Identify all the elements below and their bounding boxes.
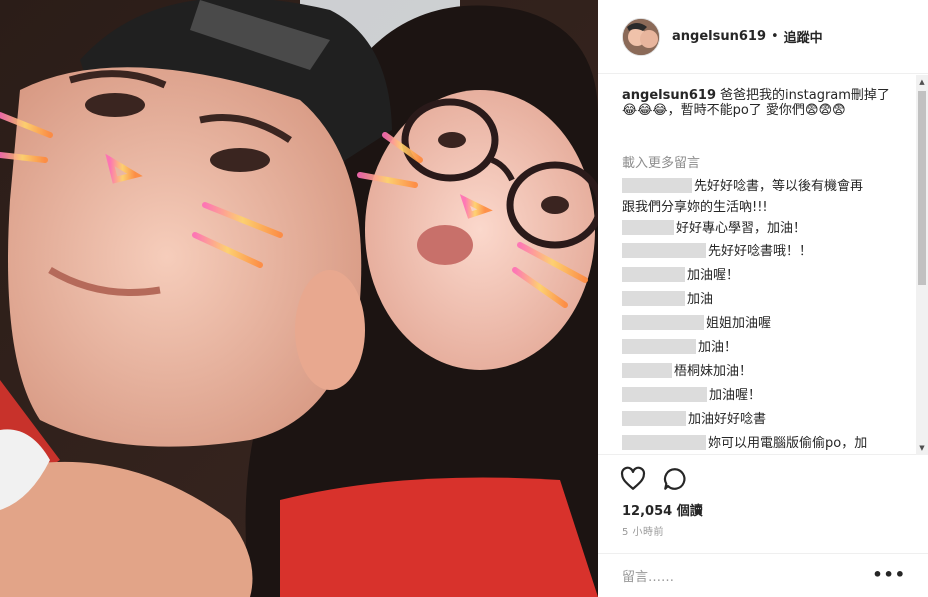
comment-text: 加油 (687, 292, 714, 307)
comment-text: 跟我們分享妳的生活吶!!! (622, 200, 768, 215)
post-timestamp[interactable]: 5 小時前 (622, 523, 664, 538)
comment-row: 加油 (622, 289, 713, 311)
post-side-panel: angelsun619 • 追蹤中 angelsun619 爸爸把我的instag… (598, 0, 928, 597)
blurred-username (622, 178, 692, 193)
comment-text: 加油！ (698, 340, 738, 355)
comment-row: 加油好好唸書 (622, 409, 766, 431)
blurred-username (622, 411, 686, 426)
post-photo[interactable] (0, 0, 598, 597)
header-username[interactable]: angelsun619 (672, 29, 766, 44)
blurred-username (622, 220, 674, 235)
comments-scrollbar[interactable]: ▲ ▼ (916, 75, 928, 455)
comment-row: 加油喔！ (622, 385, 761, 407)
blurred-username (622, 387, 707, 402)
comment-row: 加油喔！ (622, 265, 739, 287)
header-user-line: angelsun619 • 追蹤中 (672, 27, 823, 46)
comment-row: 好好專心學習，加油！ (622, 218, 806, 240)
comment-input[interactable]: 留言…… (622, 566, 674, 585)
comment-text: 好好專心學習，加油！ (676, 221, 807, 236)
avatar[interactable] (622, 17, 660, 56)
caption-username[interactable]: angelsun619 (622, 88, 716, 103)
avatar-image (623, 18, 659, 55)
scrollbar-thumb[interactable] (918, 91, 926, 285)
comment-text: 梧桐妹加油！ (674, 364, 753, 379)
blurred-username (622, 291, 685, 306)
comment-row: 姐姐加油喔 (622, 313, 771, 335)
comment-row: 加油！ (622, 337, 737, 359)
post-header: angelsun619 • 追蹤中 (598, 0, 928, 74)
comment-text: 姐姐加油喔 (706, 316, 772, 331)
instagram-post-window: angelsun619 • 追蹤中 angelsun619 爸爸把我的instag… (0, 0, 928, 597)
comment-row: 妳可以用電腦版偷偷po，加 (622, 433, 868, 454)
comment-text: 先好好唸書哦！！ (708, 244, 813, 259)
blurred-username (622, 315, 704, 330)
header-separator: • (771, 29, 779, 44)
comment-text: 加油喔！ (709, 388, 762, 403)
post-actions (620, 466, 688, 492)
blurred-username (622, 363, 672, 378)
comment-row: 梧桐妹加油！ (622, 361, 752, 383)
comment-text: 加油喔！ (687, 268, 740, 283)
speech-bubble-icon[interactable] (662, 466, 688, 492)
view-count: 12,054 個讀 (622, 504, 703, 519)
selfie-image (0, 0, 598, 597)
comments-list[interactable]: angelsun619 爸爸把我的instagram刪掉了😂😂😂，暫時不能po了 … (598, 75, 928, 455)
comment-text: 先好好唸書，等以後有機會再 (694, 179, 864, 194)
comment-text: 加油好好唸書 (688, 412, 767, 427)
comment-row: 先好好唸書，等以後有機會再 (622, 176, 863, 198)
triangle-up-icon[interactable]: ▲ (916, 75, 928, 89)
comment-row: 跟我們分享妳的生活吶!!! (622, 197, 768, 219)
comment-row: 先好好唸書哦！！ (622, 241, 812, 263)
blurred-username (622, 267, 685, 282)
load-more-comments-link[interactable]: 載入更多留言 (622, 152, 700, 171)
add-comment-bar: 留言…… ••• (598, 553, 928, 597)
triangle-down-icon[interactable]: ▼ (916, 441, 928, 455)
comment-text: 妳可以用電腦版偷偷po，加 (708, 436, 868, 451)
more-options-icon[interactable]: ••• (872, 565, 906, 584)
blurred-username (622, 243, 706, 258)
blurred-username (622, 435, 706, 450)
following-button[interactable]: 追蹤中 (784, 27, 823, 46)
post-caption: angelsun619 爸爸把我的instagram刪掉了😂😂😂，暫時不能po了 … (622, 88, 892, 118)
heart-outline-icon[interactable] (620, 466, 646, 492)
blurred-username (622, 339, 696, 354)
